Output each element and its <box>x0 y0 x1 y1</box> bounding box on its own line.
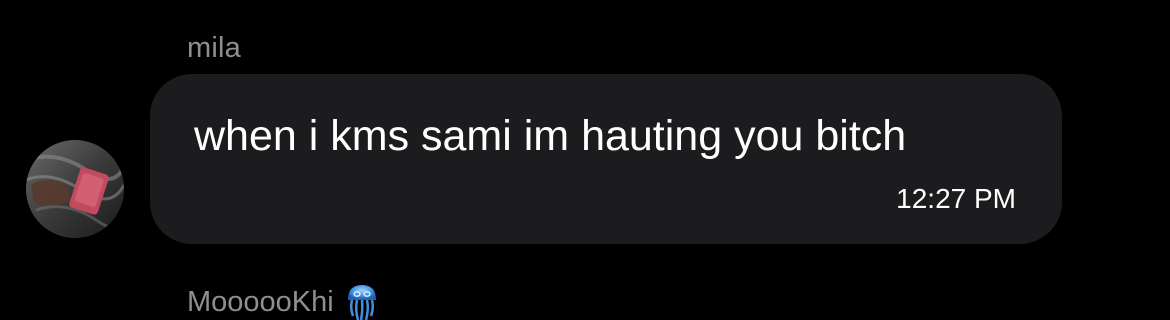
jellyfish-icon <box>344 282 380 320</box>
message-text: when i kms sami im hauting you bitch <box>194 112 907 160</box>
avatar[interactable] <box>26 140 124 238</box>
message-timestamp: 12:27 PM <box>896 183 1016 214</box>
avatar-photo <box>26 140 124 238</box>
next-sender-header: MoooooKhi <box>187 282 380 320</box>
next-sender-name: MoooooKhi <box>187 286 334 318</box>
message-bubble[interactable]: when i kms sami im hauting you bitch 12:… <box>150 74 1062 244</box>
sender-name: mila <box>187 32 241 64</box>
chat-screen: mila when i kms sami im hauting you bitc… <box>0 0 1170 320</box>
